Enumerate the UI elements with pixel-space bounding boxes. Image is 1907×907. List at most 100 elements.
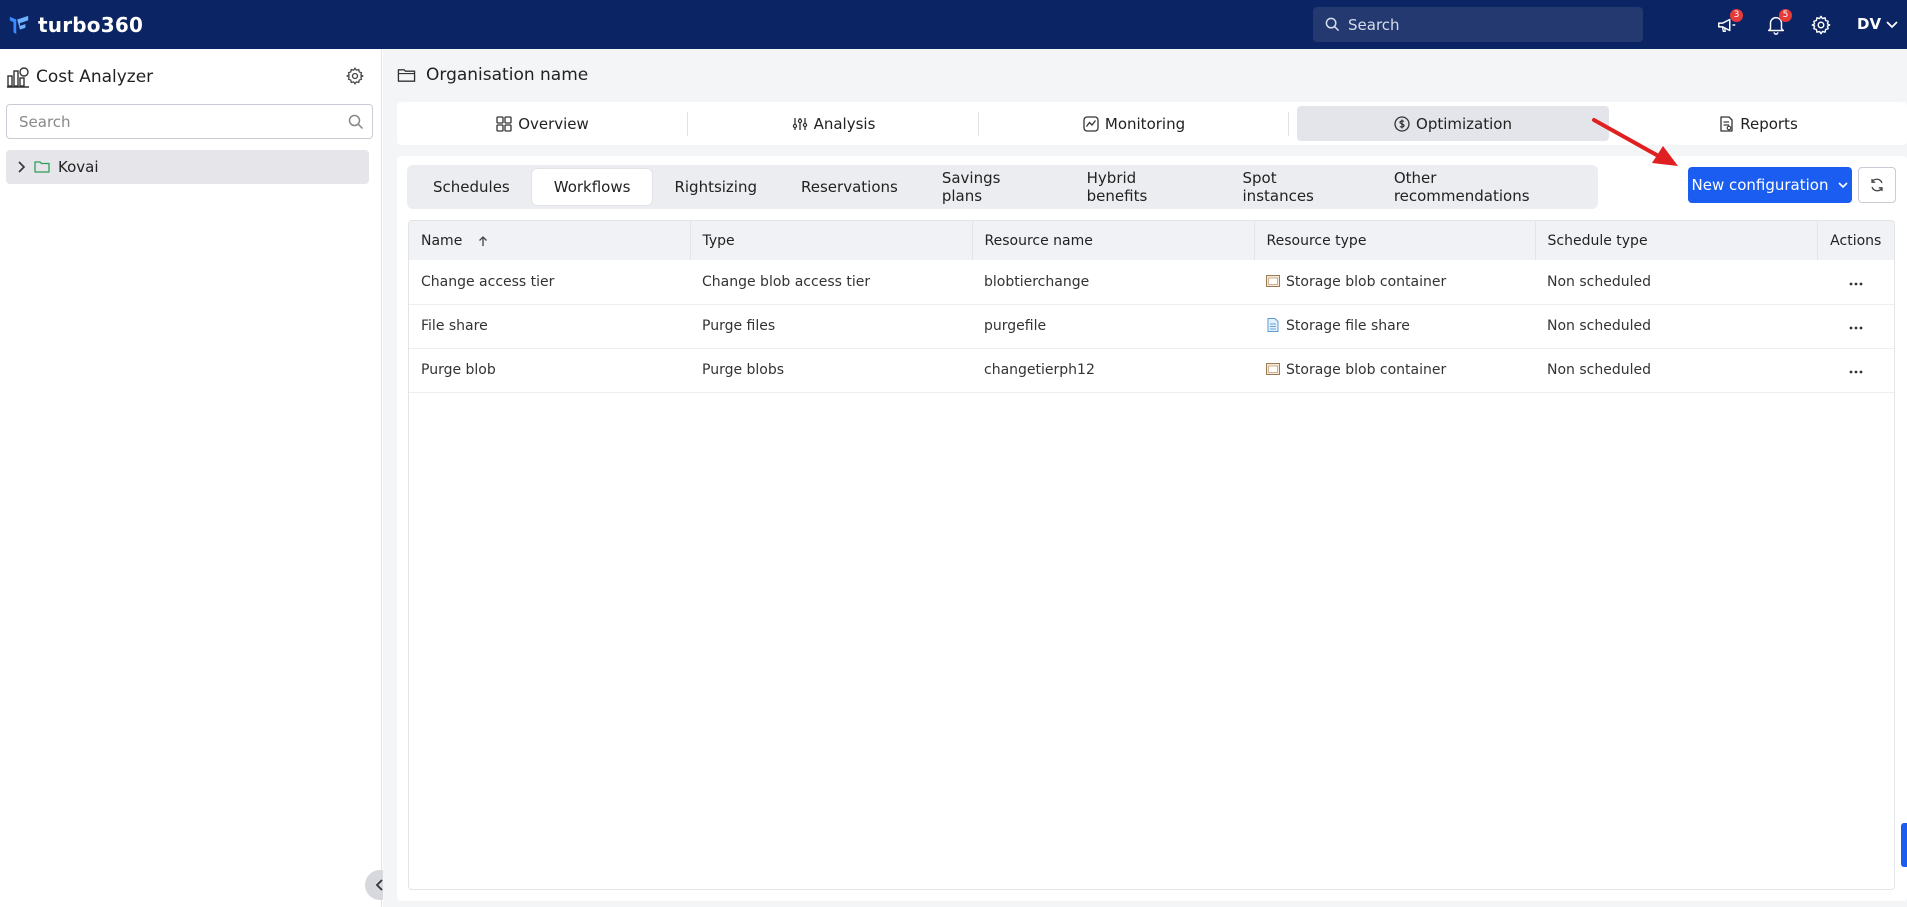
sidebar-search-placeholder: Search [19,112,71,131]
subtab-spot-instances[interactable]: Spot instances [1221,169,1372,205]
sidebar-settings-gear-icon[interactable] [345,66,365,86]
blob-container-icon [1266,274,1280,287]
notifications-count-badge: 5 [1779,9,1792,22]
subtab-savings-plans[interactable]: Savings plans [920,169,1065,205]
search-icon [1325,17,1340,32]
refresh-button[interactable] [1858,167,1896,203]
refresh-icon [1871,178,1883,192]
column-header-actions: Actions [1830,232,1882,249]
row-actions-button[interactable] [1817,304,1894,348]
blob-container-icon [1266,363,1280,375]
tree-item-label: Kovai [58,158,99,176]
column-header-resource-type[interactable]: Resource type [1254,221,1536,260]
cost-analyzer-icon [7,67,29,88]
column-header-resource-name[interactable]: Resource name [972,221,1255,260]
tab-monitoring[interactable]: Monitoring [979,106,1289,141]
dollar-circle-icon [1394,115,1410,132]
annotation-arrow-icon [1592,118,1678,166]
tab-analysis[interactable]: Analysis [688,106,979,141]
monitoring-icon [1083,115,1099,132]
chevron-right-icon[interactable] [14,160,28,174]
feedback-side-tab[interactable] [1901,823,1907,867]
brand-logo[interactable]: turbo360 [8,0,143,49]
analysis-icon [792,117,807,130]
table-row[interactable]: File share Purge files purgefile Storage… [409,304,1894,348]
cell-resource-name: blobtierchange [984,273,1090,290]
tab-label: Optimization [1416,114,1512,133]
cell-name: File share [421,318,488,334]
tab-optimization[interactable]: Optimization [1297,106,1609,141]
file-share-icon [1267,318,1279,332]
table-row[interactable]: Change access tier Change blob access ti… [409,260,1894,304]
workflows-table: Name Type Resource name Resource type Sc… [408,220,1895,890]
more-horizontal-icon [1849,282,1862,286]
subtab-schedules[interactable]: Schedules [411,169,532,205]
column-header-schedule-type[interactable]: Schedule type [1535,221,1818,260]
sidebar-search-input[interactable]: Search [6,104,373,139]
column-label: Name [421,232,463,249]
folder-icon [397,68,416,82]
sort-ascending-icon[interactable] [477,235,489,247]
cell-schedule-type: Non scheduled [1547,318,1651,334]
tab-overview[interactable]: Overview [397,106,688,141]
tab-label: Monitoring [1104,114,1186,133]
cell-resource-type: Storage file share [1254,304,1535,348]
global-search-placeholder: Search [1348,15,1400,34]
cell-resource-name: changetierph12 [984,362,1095,378]
grid-icon [496,115,512,132]
tab-label: Reports [1740,114,1798,133]
cell-name: Purge blob [421,362,496,378]
search-icon [348,114,364,130]
turbo360-logo-icon [9,15,29,34]
row-actions-button[interactable] [1817,260,1894,304]
page-title: Organisation name [426,65,589,85]
sidebar-header: Cost Analyzer [6,65,153,89]
table-row[interactable]: Purge blob Purge blobs changetierph12 St… [409,348,1894,392]
gear-icon [1811,15,1831,35]
cell-type: Purge files [702,318,776,334]
announcements-count-badge: 3 [1730,9,1743,22]
cell-name: Change access tier [421,273,555,290]
resource-type-label: Storage blob container [1286,273,1447,290]
subtab-hybrid-benefits[interactable]: Hybrid benefits [1065,169,1221,205]
cell-schedule-type: Non scheduled [1547,362,1651,378]
chevron-down-icon[interactable] [1885,17,1899,35]
cell-resource-type: Storage blob container [1254,260,1535,304]
org-header: Organisation name [397,65,588,85]
sidebar-title: Cost Analyzer [36,67,154,87]
cell-schedule-type: Non scheduled [1547,273,1651,290]
column-header-type[interactable]: Type [690,221,973,260]
global-search[interactable]: Search [1313,7,1643,42]
subtab-rightsizing[interactable]: Rightsizing [652,169,779,205]
more-horizontal-icon [1849,370,1862,374]
resource-type-label: Storage file share [1286,318,1410,334]
folder-icon [34,161,50,173]
sub-tabs: Schedules Workflows Rightsizing Reservat… [407,165,1598,209]
notifications-button[interactable]: 5 [1763,9,1792,38]
new-configuration-button[interactable]: New configuration [1688,167,1852,203]
top-bar: turbo360 Search 3 5 DV [0,0,1907,49]
sidebar: Cost Analyzer Search Kovai [0,49,395,907]
column-header-name[interactable]: Name [409,221,691,260]
chevron-down-icon [1837,182,1848,189]
user-avatar[interactable]: DV [1857,15,1881,33]
row-actions-button[interactable] [1817,348,1894,392]
cell-type: Purge blobs [702,362,785,378]
tree-item-kovai[interactable]: Kovai [6,150,369,184]
settings-button[interactable] [1808,12,1834,38]
subtab-reservations[interactable]: Reservations [779,169,920,205]
announcements-button[interactable]: 3 [1714,9,1743,38]
brand-name: turbo360 [38,12,144,37]
subtab-workflows[interactable]: Workflows [531,169,653,205]
tab-label: Overview [518,114,589,133]
cell-type: Change blob access tier [702,273,871,290]
more-horizontal-icon [1849,326,1862,330]
new-configuration-label: New configuration [1691,176,1829,194]
report-icon [1720,115,1733,132]
subtab-other-recommendations[interactable]: Other recommendations [1372,169,1594,205]
cell-resource-type: Storage blob container [1254,348,1535,392]
main-tabs: Overview Analysis Monitoring Optimizatio… [397,102,1907,145]
table-header-row: Name Type Resource name Resource type Sc… [409,221,1894,260]
tab-label: Analysis [813,114,876,133]
cell-resource-name: purgefile [984,318,1047,334]
